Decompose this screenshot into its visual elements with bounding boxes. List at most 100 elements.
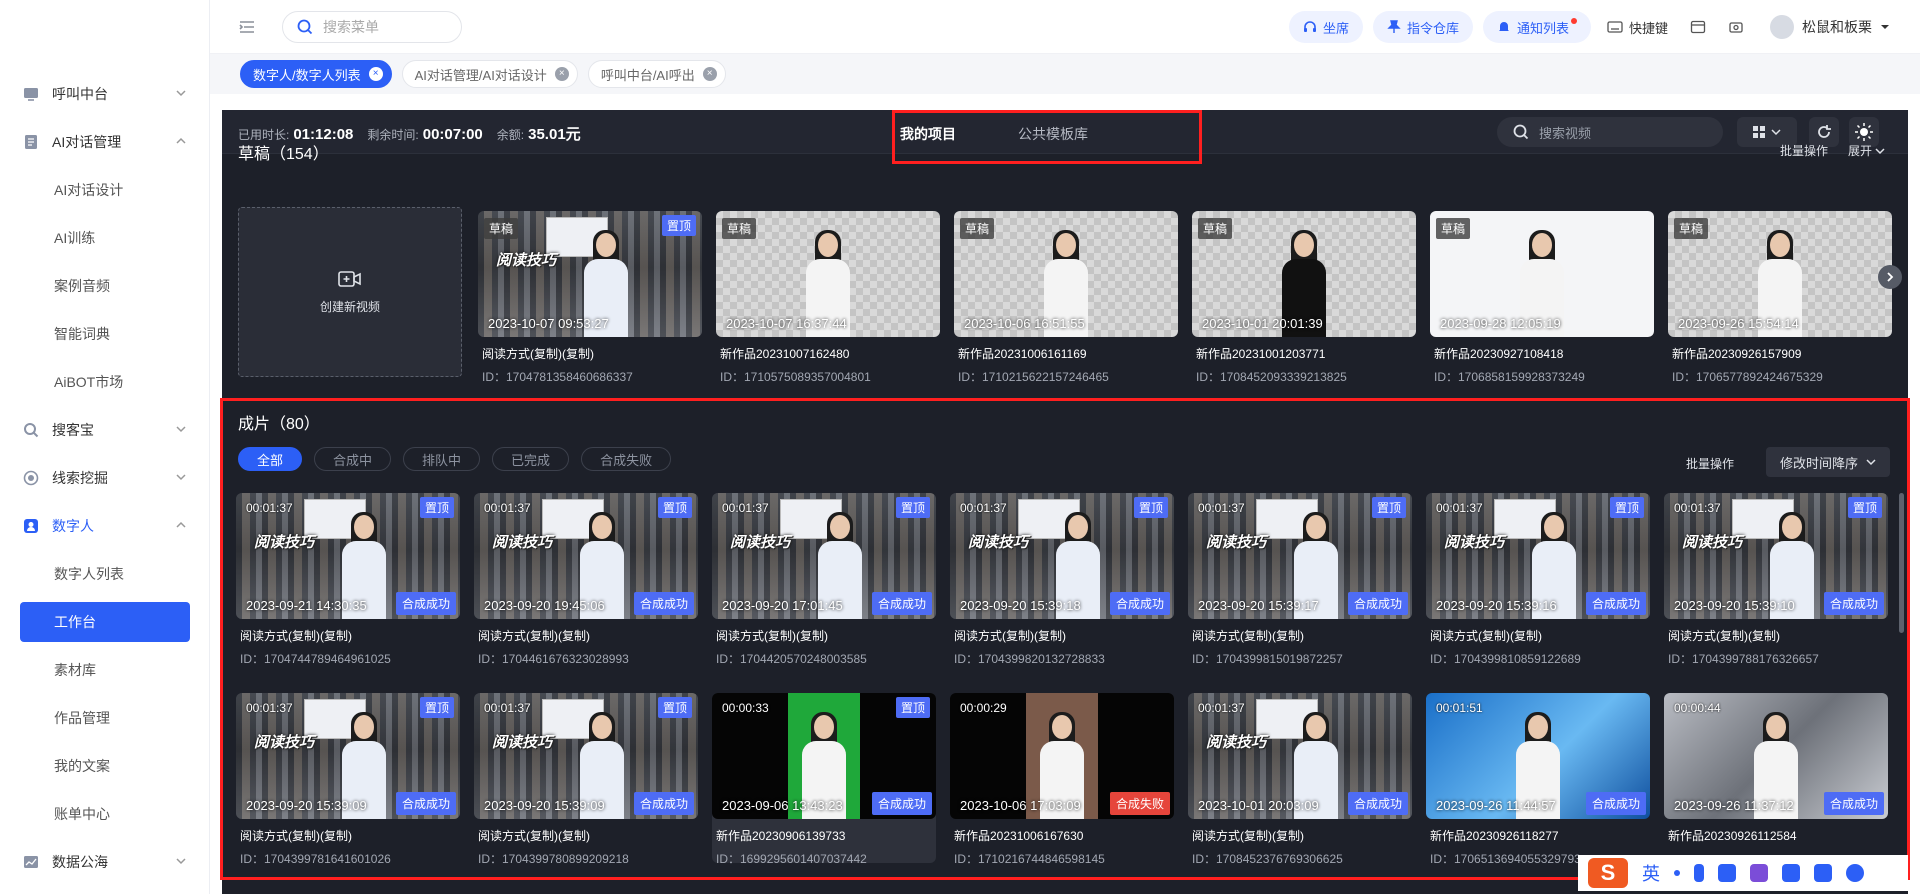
page-tab[interactable]: AI对话管理/AI对话设计 × bbox=[401, 60, 578, 88]
video-card[interactable]: 阅读技巧 00:01:37 置顶 2023-09-20 15:39:16 合成成功 阅读方… bbox=[1426, 493, 1650, 667]
ime-logo-icon[interactable]: S bbox=[1588, 858, 1628, 888]
notify-button[interactable]: 通知列表 bbox=[1482, 11, 1591, 43]
video-card[interactable]: 草稿 2023-10-06 16:51:55 新作品20231006161169 ID… bbox=[954, 211, 1178, 385]
video-card[interactable]: 00:01:51 2023-09-26 11:44:57 合成成功 新作品202309… bbox=[1426, 693, 1650, 867]
films-title: 成片（80） bbox=[238, 416, 320, 433]
page-tab[interactable]: 呼叫中台/AI呼出 × bbox=[587, 60, 726, 88]
camera-button[interactable] bbox=[1722, 20, 1750, 34]
filter-pill[interactable]: 合成中 bbox=[314, 447, 392, 471]
ime-punct-icon[interactable] bbox=[1674, 870, 1680, 876]
video-thumbnail[interactable]: 阅读技巧 00:01:37 置顶 2023-09-20 17:01:45 合成成功 bbox=[712, 493, 936, 619]
video-thumbnail[interactable]: 阅读技巧 00:01:37 置顶 2023-09-20 19:45:06 合成成功 bbox=[474, 493, 698, 619]
collapse-menu-icon[interactable] bbox=[238, 18, 256, 36]
sidebar-item-14[interactable]: 我的文案 bbox=[0, 742, 210, 790]
sidebar-item-1[interactable]: AI对话管理 bbox=[0, 118, 210, 166]
sort-select[interactable]: 修改时间降序 bbox=[1766, 447, 1890, 477]
video-thumbnail[interactable]: 草稿 2023-09-28 12:05:19 bbox=[1430, 211, 1654, 337]
video-card[interactable]: 阅读技巧 草稿 置顶 2023-10-07 09:53:27 阅读方式(复制)(复制) I… bbox=[478, 211, 702, 385]
ime-skin-icon[interactable] bbox=[1750, 864, 1768, 882]
create-video-button[interactable]: 创建新视频 bbox=[238, 207, 462, 377]
sidebar-item-13[interactable]: 作品管理 bbox=[0, 694, 210, 742]
video-thumbnail[interactable]: 草稿 2023-10-01 20:01:39 bbox=[1192, 211, 1416, 337]
ime-robot-icon[interactable] bbox=[1782, 864, 1800, 882]
video-card[interactable]: 00:00:44 2023-09-26 11:37:12 合成成功 新作品202309… bbox=[1664, 693, 1888, 850]
sidebar-item-label: 工作台 bbox=[54, 614, 96, 630]
sidebar-item-11[interactable]: 工作台 bbox=[20, 602, 190, 642]
video-card[interactable]: 草稿 2023-09-28 12:05:19 新作品20230927108418 ID… bbox=[1430, 211, 1654, 385]
video-card[interactable]: 00:00:29 2023-10-06 17:03:09 合成失败 新作品202310… bbox=[950, 693, 1174, 867]
sidebar-item-6[interactable]: AiBOT市场 bbox=[0, 358, 210, 406]
films-scrollbar[interactable] bbox=[1899, 493, 1904, 633]
video-thumbnail[interactable]: 阅读技巧 00:01:37 置顶 2023-09-20 15:39:16 合成成功 bbox=[1426, 493, 1650, 619]
sidebar-item-9[interactable]: 数字人 bbox=[0, 502, 210, 550]
filter-pill[interactable]: 排队中 bbox=[403, 447, 481, 471]
video-thumbnail[interactable]: 阅读技巧 00:01:37 置顶 2023-09-20 15:39:10 合成成功 bbox=[1664, 493, 1888, 619]
sidebar-item-7[interactable]: 搜客宝 bbox=[0, 406, 210, 454]
video-card[interactable]: 阅读技巧 00:01:37 置顶 2023-09-20 19:45:06 合成成功 阅读方… bbox=[474, 493, 698, 667]
video-card[interactable]: 草稿 2023-09-26 15:54:14 新作品20230926157909 ID… bbox=[1668, 211, 1892, 385]
sidebar-item-0[interactable]: 呼叫中台 bbox=[0, 70, 210, 118]
video-thumbnail[interactable]: 00:00:33 置顶 2023-09-06 13:43:23 合成成功 bbox=[712, 693, 936, 819]
filter-pill[interactable]: 已完成 bbox=[492, 447, 570, 471]
video-thumbnail[interactable]: 阅读技巧 草稿 置顶 2023-10-07 09:53:27 bbox=[478, 211, 702, 337]
video-thumbnail[interactable]: 草稿 2023-10-06 16:51:55 bbox=[954, 211, 1178, 337]
sidebar-item-16[interactable]: 数据公海 bbox=[0, 838, 210, 886]
video-search-input[interactable]: 搜索视频 bbox=[1497, 117, 1723, 147]
video-card[interactable]: 阅读技巧 00:01:37 置顶 2023-09-20 17:01:45 合成成功 阅读方… bbox=[712, 493, 936, 667]
video-thumbnail[interactable]: 草稿 2023-09-26 15:54:14 bbox=[1668, 211, 1892, 337]
video-id: ID：1706577892424675329 bbox=[1672, 370, 1823, 384]
video-card[interactable]: 草稿 2023-10-07 16:37:44 新作品20231007162480 ID… bbox=[716, 211, 940, 385]
video-thumbnail[interactable]: 阅读技巧 00:01:37 置顶 2023-09-21 14:30:35 合成成功 bbox=[236, 493, 460, 619]
video-card[interactable]: 00:00:33 置顶 2023-09-06 13:43:23 合成成功 新作品2023… bbox=[712, 693, 936, 866]
create-video-label: 创建新视频 bbox=[319, 299, 380, 314]
video-thumbnail[interactable]: 阅读技巧 00:01:37 2023-10-01 20:03:09 合成成功 bbox=[1188, 693, 1412, 819]
warehouse-button[interactable]: 指令仓库 bbox=[1372, 11, 1473, 43]
films-batch-button[interactable]: 批量操作 bbox=[1686, 455, 1734, 472]
next-arrow-button[interactable] bbox=[1878, 265, 1902, 289]
filter-pill[interactable]: 全部 bbox=[238, 447, 303, 471]
timestamp: 2023-09-20 15:39:09 bbox=[484, 798, 605, 813]
video-card[interactable]: 阅读技巧 00:01:37 置顶 2023-09-20 15:39:10 合成成功 阅读方… bbox=[1664, 493, 1888, 667]
video-thumbnail[interactable]: 00:01:51 2023-09-26 11:44:57 合成成功 bbox=[1426, 693, 1650, 819]
video-card[interactable]: 阅读技巧 00:01:37 置顶 2023-09-20 15:39:17 合成成功 阅读方… bbox=[1188, 493, 1412, 667]
sidebar-item-2[interactable]: AI对话设计 bbox=[0, 166, 210, 214]
ime-lang[interactable]: 英 bbox=[1642, 860, 1660, 886]
ime-keyboard-icon[interactable] bbox=[1718, 864, 1736, 882]
close-icon[interactable]: × bbox=[702, 67, 717, 81]
video-card[interactable]: 阅读技巧 00:01:37 置顶 2023-09-20 15:39:18 合成成功 阅读方… bbox=[950, 493, 1174, 667]
drafts-expand-button[interactable]: 展开 bbox=[1848, 142, 1885, 159]
sidebar-item-12[interactable]: 素材库 bbox=[0, 646, 210, 694]
sidebar-item-3[interactable]: AI训练 bbox=[0, 214, 210, 262]
sidebar-item-4[interactable]: 案例音频 bbox=[0, 262, 210, 310]
ime-mic-icon[interactable] bbox=[1694, 864, 1704, 882]
menu-search-input[interactable]: 搜索菜单 bbox=[282, 10, 462, 43]
video-card[interactable]: 阅读技巧 00:01:37 置顶 2023-09-21 14:30:35 合成成功 阅读方… bbox=[236, 493, 460, 667]
video-thumbnail[interactable]: 阅读技巧 00:01:37 置顶 2023-09-20 15:39:09 合成成功 bbox=[236, 693, 460, 819]
ime-settings-icon[interactable] bbox=[1846, 864, 1864, 882]
video-thumbnail[interactable]: 00:00:44 2023-09-26 11:37:12 合成成功 bbox=[1664, 693, 1888, 819]
video-card[interactable]: 草稿 2023-10-01 20:01:39 新作品20231001203771 ID… bbox=[1192, 211, 1416, 385]
sidebar-item-15[interactable]: 账单中心 bbox=[0, 790, 210, 838]
sidebar-item-5[interactable]: 智能词典 bbox=[0, 310, 210, 358]
page-tab[interactable]: 数字人/数字人列表 × bbox=[240, 60, 392, 88]
drafts-batch-button[interactable]: 批量操作 bbox=[1780, 142, 1828, 159]
ime-apps-icon[interactable] bbox=[1814, 864, 1832, 882]
video-card[interactable]: 阅读技巧 00:01:37 2023-10-01 20:03:09 合成成功 阅读方式(… bbox=[1188, 693, 1412, 867]
video-thumbnail[interactable]: 阅读技巧 00:01:37 置顶 2023-09-20 15:39:18 合成成功 bbox=[950, 493, 1174, 619]
close-icon[interactable]: × bbox=[554, 67, 569, 81]
shortcut-button[interactable]: 快捷键 bbox=[1601, 18, 1674, 37]
video-card[interactable]: 阅读技巧 00:01:37 置顶 2023-09-20 15:39:09 合成成功 阅读方… bbox=[236, 693, 460, 867]
video-thumbnail[interactable]: 草稿 2023-10-07 16:37:44 bbox=[716, 211, 940, 337]
video-thumbnail[interactable]: 阅读技巧 00:01:37 置顶 2023-09-20 15:39:17 合成成功 bbox=[1188, 493, 1412, 619]
sidebar-item-10[interactable]: 数字人列表 bbox=[0, 550, 210, 598]
filter-pill[interactable]: 合成失败 bbox=[581, 447, 672, 471]
user-menu[interactable]: 松鼠和板栗 bbox=[1770, 15, 1890, 39]
sidebar-item-8[interactable]: 线索挖掘 bbox=[0, 454, 210, 502]
video-card[interactable]: 阅读技巧 00:01:37 置顶 2023-09-20 15:39:09 合成成功 阅读方… bbox=[474, 693, 698, 867]
video-thumbnail[interactable]: 00:00:29 2023-10-06 17:03:09 合成失败 bbox=[950, 693, 1174, 819]
video-thumbnail[interactable]: 阅读技巧 00:01:37 置顶 2023-09-20 15:39:09 合成成功 bbox=[474, 693, 698, 819]
timestamp: 2023-09-20 17:01:45 bbox=[722, 598, 843, 613]
close-icon[interactable]: × bbox=[368, 67, 383, 81]
window-button[interactable] bbox=[1684, 20, 1712, 34]
seat-button[interactable]: 坐席 bbox=[1288, 11, 1363, 43]
